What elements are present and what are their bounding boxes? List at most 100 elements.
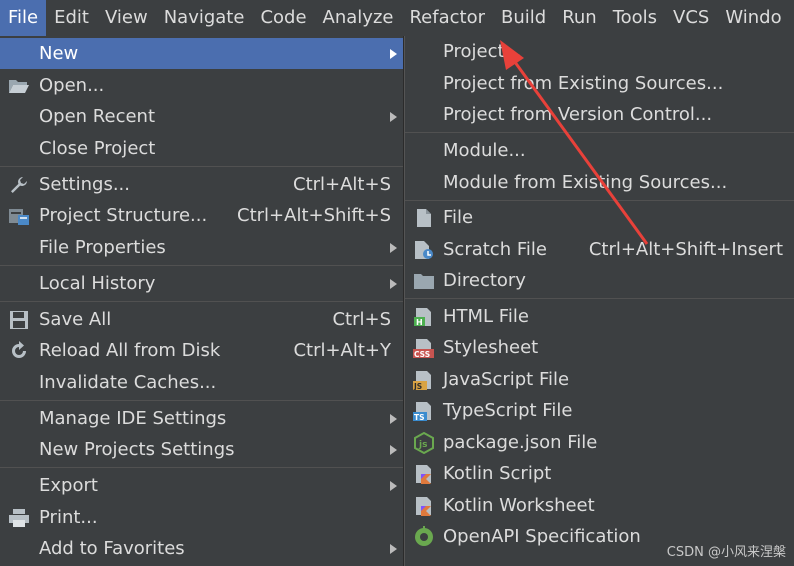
menu-item-label: Kotlin Worksheet xyxy=(443,495,595,516)
svg-text:js: js xyxy=(418,440,427,450)
menu-item-shortcut: Ctrl+Alt+S xyxy=(293,174,391,195)
menu-navigate[interactable]: Navigate xyxy=(156,0,253,36)
new-item-module[interactable]: Module... xyxy=(405,135,794,166)
svg-text:JS: JS xyxy=(413,382,422,390)
menu-item-label: Settings... xyxy=(39,174,130,195)
new-item-file[interactable]: File xyxy=(405,202,794,233)
new-item-html-file[interactable]: H HTML File xyxy=(405,301,794,332)
menu-item-label: Module... xyxy=(443,140,526,161)
new-item-typescript-file[interactable]: TS TypeScript File xyxy=(405,395,794,426)
menu-item-label: New xyxy=(39,43,79,64)
menu-item-label: Directory xyxy=(443,270,526,291)
menu-separator xyxy=(0,166,403,167)
file-menu-item-manage-ide-settings[interactable]: Manage IDE Settings xyxy=(0,403,403,434)
submenu-arrow-icon xyxy=(390,112,397,122)
menu-edit[interactable]: Edit xyxy=(46,0,97,36)
menu-item-label: Scratch File xyxy=(443,239,547,260)
submenu-arrow-icon xyxy=(390,445,397,455)
file-menu: New Open... Open Recent Close Project Se… xyxy=(0,36,404,566)
file-menu-item-reload-all[interactable]: Reload All from Disk Ctrl+Alt+Y xyxy=(0,335,403,366)
menu-tools[interactable]: Tools xyxy=(605,0,665,36)
new-item-kotlin-worksheet[interactable]: Kotlin Worksheet xyxy=(405,490,794,521)
new-item-stylesheet[interactable]: CSS Stylesheet xyxy=(405,332,794,363)
kotlin-worksheet-icon xyxy=(413,496,435,516)
new-item-module-from-existing-sources[interactable]: Module from Existing Sources... xyxy=(405,167,794,198)
menu-separator xyxy=(0,467,403,468)
new-submenu: Project... Project from Existing Sources… xyxy=(404,36,794,566)
menu-item-label: File Properties xyxy=(39,237,166,258)
file-menu-item-new[interactable]: New xyxy=(0,38,403,69)
menu-window[interactable]: Windo xyxy=(717,0,789,36)
new-item-project-from-existing-sources[interactable]: Project from Existing Sources... xyxy=(405,68,794,99)
menu-item-label: Local History xyxy=(39,273,156,294)
menu-build[interactable]: Build xyxy=(493,0,554,36)
kotlin-script-icon xyxy=(413,464,435,484)
new-item-project[interactable]: Project... xyxy=(405,36,794,67)
file-menu-item-open[interactable]: Open... xyxy=(0,70,403,101)
file-menu-item-open-recent[interactable]: Open Recent xyxy=(0,101,403,132)
menu-refactor[interactable]: Refactor xyxy=(401,0,493,36)
new-item-scratch-file[interactable]: Scratch File Ctrl+Alt+Shift+Insert xyxy=(405,234,794,265)
new-item-package-json-file[interactable]: js package.json File xyxy=(405,427,794,458)
menu-view[interactable]: View xyxy=(97,0,156,36)
menu-item-label: Invalidate Caches... xyxy=(39,372,217,393)
file-menu-item-close-project[interactable]: Close Project xyxy=(0,133,403,164)
menu-item-label: New Projects Settings xyxy=(39,439,235,460)
menu-code[interactable]: Code xyxy=(252,0,314,36)
menu-separator xyxy=(0,400,403,401)
file-menu-item-local-history[interactable]: Local History xyxy=(0,268,403,299)
file-menu-item-invalidate-caches[interactable]: Invalidate Caches... xyxy=(0,367,403,398)
file-menu-item-add-to-favorites[interactable]: Add to Favorites xyxy=(0,533,403,564)
menu-item-label: Kotlin Script xyxy=(443,463,552,484)
new-item-javascript-file[interactable]: JS JavaScript File xyxy=(405,364,794,395)
menu-item-label: Project from Version Control... xyxy=(443,104,713,125)
menu-item-label: Manage IDE Settings xyxy=(39,408,227,429)
wrench-icon xyxy=(8,175,30,195)
project-structure-icon xyxy=(8,206,30,226)
svg-text:H: H xyxy=(416,318,423,327)
ts-file-icon: TS xyxy=(413,401,435,421)
menu-item-label: HTML File xyxy=(443,306,529,327)
menu-item-label: Module from Existing Sources... xyxy=(443,172,728,193)
menu-item-label: File xyxy=(443,207,474,228)
menu-analyze[interactable]: Analyze xyxy=(315,0,402,36)
file-menu-item-new-projects-settings[interactable]: New Projects Settings xyxy=(0,434,403,465)
menu-item-label: Project Structure... xyxy=(39,205,208,226)
file-menu-item-settings[interactable]: Settings... Ctrl+Alt+S xyxy=(0,169,403,200)
menu-item-label: Stylesheet xyxy=(443,337,539,358)
menu-item-label: OpenAPI Specification xyxy=(443,526,641,547)
nodejs-icon: js xyxy=(413,432,435,454)
watermark: CSDN @小风来涅槃 xyxy=(666,545,786,560)
menu-separator xyxy=(0,265,403,266)
svg-text:CSS: CSS xyxy=(414,350,430,358)
menu-separator xyxy=(0,301,403,302)
submenu-arrow-icon xyxy=(390,481,397,491)
menu-separator xyxy=(405,298,794,299)
new-item-project-from-vcs[interactable]: Project from Version Control... xyxy=(405,99,794,130)
new-item-kotlin-script[interactable]: Kotlin Script xyxy=(405,458,794,489)
submenu-arrow-icon xyxy=(390,279,397,289)
js-file-icon: JS xyxy=(413,370,435,390)
submenu-arrow-icon xyxy=(390,414,397,424)
file-menu-item-save-all[interactable]: Save All Ctrl+S xyxy=(0,304,403,335)
menu-vcs[interactable]: VCS xyxy=(665,0,717,36)
reload-icon xyxy=(8,341,30,361)
submenu-arrow-icon xyxy=(390,243,397,253)
menu-file[interactable]: File xyxy=(0,0,47,36)
svg-text:TS: TS xyxy=(414,413,425,421)
html-file-icon: H xyxy=(413,307,435,327)
submenu-arrow-icon xyxy=(390,544,397,554)
menu-item-label: Close Project xyxy=(39,138,156,159)
new-item-directory[interactable]: Directory xyxy=(405,265,794,296)
file-menu-item-export[interactable]: Export xyxy=(0,470,403,501)
menu-item-label: JavaScript File xyxy=(443,369,570,390)
menu-run[interactable]: Run xyxy=(554,0,605,36)
file-menu-item-file-properties[interactable]: File Properties xyxy=(0,232,403,263)
menu-separator xyxy=(405,132,794,133)
file-menu-item-print[interactable]: Print... xyxy=(0,502,403,533)
openapi-icon xyxy=(413,526,435,547)
file-menu-item-project-structure[interactable]: Project Structure... Ctrl+Alt+Shift+S xyxy=(0,200,403,231)
menu-item-label: package.json File xyxy=(443,432,598,453)
menu-item-label: Add to Favorites xyxy=(39,538,185,559)
menu-item-label: Open... xyxy=(39,75,105,96)
